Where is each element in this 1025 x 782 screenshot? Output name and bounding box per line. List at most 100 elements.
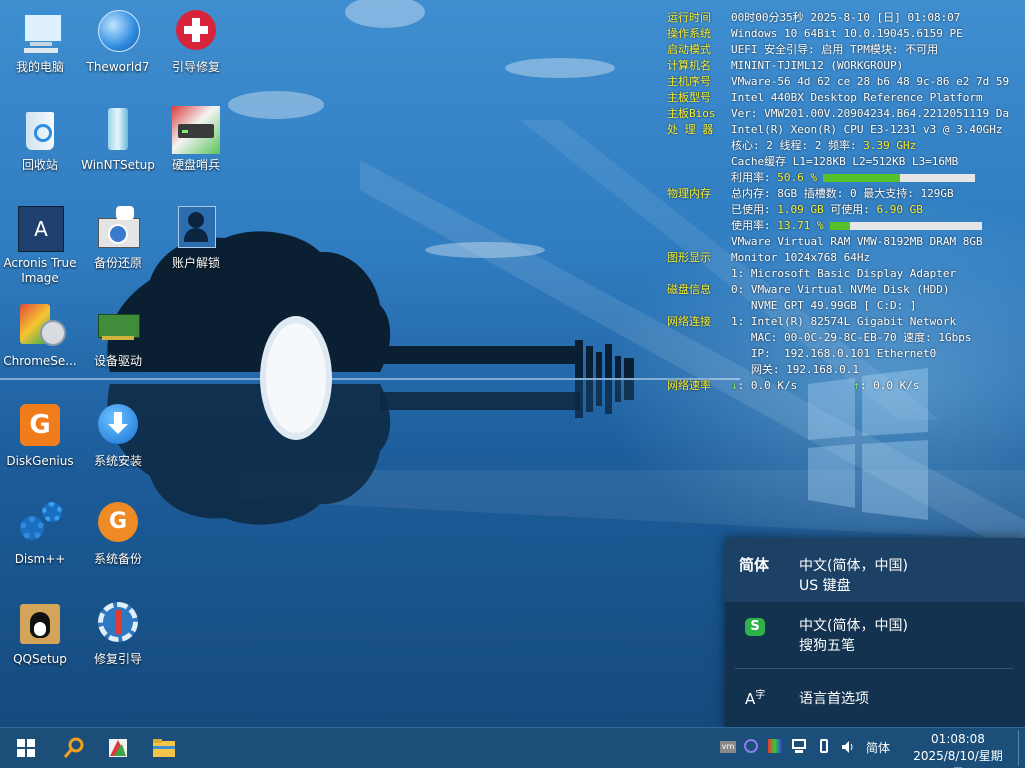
search-icon [63,737,84,758]
mem-avail-value: 6.90 GB [876,203,923,216]
usb-icon[interactable] [816,739,832,755]
disk-detail: NVME GPT 49.99GB [ C:D: ] [731,299,917,312]
file-explorer-icon [153,739,175,757]
desktop-icon-account-unlock[interactable]: 账户解锁 [156,204,236,271]
mem-usage-bar [829,222,982,230]
desktop-icon-diskgenius[interactable]: G DiskGenius [0,402,80,469]
info-key: 主板Bios [667,107,716,120]
info-key: 主板型号 [667,91,711,104]
mem-used-label: 已使用: [731,203,778,216]
desktop-icon-label: 系统安装 [93,454,142,468]
info-value: 00时00分35秒 2025-8-10 [日] 01:08:07 [731,11,961,24]
plus-repair-icon [172,8,220,56]
net-up-arrow: ↑ [853,379,860,392]
desktop-icon-chromesetup[interactable]: ChromeSe... [0,302,80,369]
info-value: 0: VMware Virtual NVMe Disk (HDD) [731,283,950,296]
net-down-arrow: ↓ [731,379,738,392]
language-name: 中文(简体，中国) [799,618,908,634]
keyboard-name: US 键盘 [799,578,851,594]
desktop-icon-system-backup[interactable]: G 系统备份 [78,500,158,567]
desktop-icon-label: QQSetup [13,652,67,666]
desktop-icon-disk-sentinel[interactable]: 硬盘哨兵 [156,106,236,173]
language-code: 简体 [739,556,770,574]
desktop-icon-label: 修复引导 [93,652,142,666]
vmware-icon[interactable]: vm [720,739,736,755]
info-value: MININT-TJIML12 (WORKGROUP) [731,59,904,72]
color-icon[interactable] [768,739,784,755]
recycle-bin-icon [16,106,64,154]
ime-indicator[interactable]: 简体 [866,739,890,756]
desktop-icon-label: 设备驱动 [93,354,142,368]
chrome-setup-icon [16,302,66,350]
wrench-icon [94,600,142,648]
net-ip: IP: 192.168.0.101 Ethernet0 [731,347,937,360]
mem-used-value: 1.09 GB [777,203,824,216]
desktop-icon-backup-restore[interactable]: 备份还原 [78,204,158,271]
taskbar-tool-button[interactable] [96,728,140,768]
account-icon [172,204,220,252]
show-desktop-button[interactable] [1018,730,1023,766]
language-option-us-keyboard[interactable]: 简体 中文(简体，中国) US 键盘 [725,538,1025,602]
cpu-usage-bar [823,174,975,182]
net-mac: MAC: 00-0C-29-8C-EB-70 速度: 1Gbps [731,331,972,344]
info-key: 网络连接 [667,315,711,328]
info-value: 1: Intel(R) 82574L Gigabit Network [731,315,957,328]
desktop-icon-label: 系统备份 [93,552,142,566]
mem-module: VMware Virtual RAM VMW-8192MB DRAM 8GB [731,235,983,248]
system-info-panel: 运行时间 00时00分35秒 2025-8-10 [日] 01:08:07 操作系… [667,10,1025,394]
file-explorer-button[interactable] [142,728,186,768]
info-value: Windows 10 64Bit 10.0.19045.6159 PE [731,27,963,40]
harddisk-icon [172,106,220,154]
desktop-icon-boot-repair[interactable]: 引导修复 [156,8,236,75]
mem-usage-label: 使用率: [731,219,778,232]
info-key: 网络速率 [667,379,711,392]
network-icon[interactable] [792,739,808,755]
desktop-icon-label: WinNTSetup [81,158,155,172]
desktop-icon-winntsetup[interactable]: WinNTSetup [78,106,158,173]
cpu-frequency: 3.39 GHz [863,139,917,152]
desktop-icon-my-computer[interactable]: 我的电脑 [0,8,80,75]
clock-date: 2025/8/10/星期日 [913,749,1003,780]
desktop-icon-dism[interactable]: Dism++ [0,500,80,567]
cpu-usage-value: 50.6 % [777,171,817,184]
info-value: VMware-56 4d 62 ce 28 b6 48 9c-86 e2 7d … [731,75,1010,88]
desktop-icon-system-install[interactable]: 系统安装 [78,402,158,469]
desktop-icon-label: 硬盘哨兵 [171,158,220,172]
desktop-icon-repair-boot[interactable]: 修复引导 [78,600,158,667]
taskbar: vm 简体 01:08:08 2025/8/10/星期日 [0,727,1025,780]
language-flyout: 简体 中文(简体，中国) US 键盘 S 中文(简体，中国) 搜狗五笔 A字 语… [725,538,1025,727]
language-option-sogou-wubi[interactable]: S 中文(简体，中国) 搜狗五笔 [725,602,1025,666]
keyboard-name: 搜狗五笔 [799,638,855,654]
info-value: UEFI 安全引导: 启用 TPM模块: 不可用 [731,43,939,56]
volume-icon[interactable] [840,739,856,755]
sogou-icon[interactable] [744,739,760,755]
desktop-icon-theworld[interactable]: Theworld7 [78,8,158,75]
taskbar-search-button[interactable] [52,728,96,768]
desktop-icon-label: 账户解锁 [171,256,220,270]
flyout-divider [735,668,1013,669]
backup-icon [94,204,142,252]
cpu-usage-label: 利用率: [731,171,778,184]
info-key: 计算机名 [667,59,711,72]
start-button[interactable] [4,728,48,768]
g-backup-icon: G [94,500,142,548]
desktop-icon-recycle-bin[interactable]: 回收站 [0,106,80,173]
qq-icon [16,600,64,648]
desktop-icon-device-driver[interactable]: 设备驱动 [78,302,158,369]
taskbar-clock[interactable]: 01:08:08 2025/8/10/星期日 [913,731,1003,782]
language-preferences-link[interactable]: A字 语言首选项 [725,672,1025,722]
language-prefs-label: 语言首选项 [799,691,869,707]
language-name: 中文(简体，中国) [799,558,908,574]
desktop-icon-label: DiskGenius [6,454,74,468]
desktop-icon-label: 回收站 [21,158,58,172]
desktop-icon-qqsetup[interactable]: QQSetup [0,600,80,667]
language-prefs-icon: A字 [745,690,766,708]
computer-icon [16,8,64,56]
install-icon [94,402,142,450]
info-key: 操作系统 [667,27,711,40]
gears-icon [16,500,64,548]
info-value: Monitor 1024x768 64Hz [731,251,871,264]
info-key: 运行时间 [667,11,711,24]
desktop-icon-acronis[interactable]: A Acronis True Image [0,204,80,286]
desktop-icon-label: ChromeSe... [3,354,77,368]
